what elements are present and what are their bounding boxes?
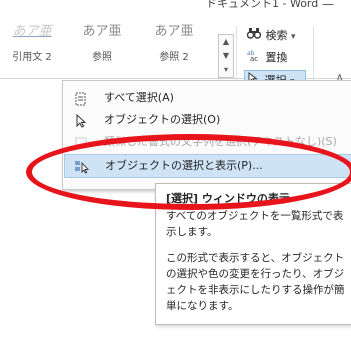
menu-item-selection-pane[interactable]: オブジェクトの選択と表示(P)... [64,154,351,178]
style-sample: あア亜 [154,24,194,39]
gallery-more-button[interactable]: ▾ [219,63,233,77]
menu-item-label: オブジェクトの選択(O) [104,113,221,126]
group-divider [313,26,314,82]
menu-item-select-all[interactable]: すべて選択(A) [64,87,351,109]
gallery-down-button[interactable]: ▼ [219,49,233,63]
style-sample: あア亜 [82,24,122,39]
tooltip-title: [選択] ウィンドウの表示 [166,192,290,205]
style-quote-2[interactable]: あア亜 引用文 2 [0,20,64,72]
style-name: 参照 2 [159,52,189,63]
menu-item-select-objects[interactable]: オブジェクトの選択(O) [64,109,351,131]
title-bar: ドキュメント1 - Word — [0,0,351,11]
find-button[interactable]: 検索 ▾ [246,26,296,44]
select-dropdown-menu: すべて選択(A) オブジェクトの選択(O) 類似した書式の文字列を選択(テキスト… [62,80,351,190]
menu-item-label: 類似した書式の文字列を選択(テキストなし)(S) [104,135,337,148]
style-sample: あア亜 [12,24,52,39]
styles-gallery-scroll: ▲ ▼ ▾ [218,34,234,78]
style-name: 参照 [92,52,112,63]
gallery-up-button[interactable]: ▲ [219,35,233,49]
minimize-button[interactable]: — [322,0,336,11]
menu-item-label: すべて選択(A) [104,91,174,104]
group-divider [236,26,237,82]
style-reference-2[interactable]: あア亜 参照 2 [142,20,206,72]
select-similar-icon [72,131,90,153]
replace-icon: ab ac [246,48,262,66]
find-label: 検索 [265,29,288,42]
binoculars-icon [246,26,262,44]
tooltip-text: この形式で表示すると、オブジェクトの選択や色の変更を行ったり、オブジェクトを非表… [166,252,345,312]
tooltip: [選択] ウィンドウの表示 すべてのオブジェクトを一覧形式で表示します。 この形… [155,183,351,325]
menu-item-label: オブジェクトの選択と表示(P)... [105,159,263,172]
selection-pane-icon [73,155,91,177]
style-reference[interactable]: あア亜 参照 [70,20,134,72]
menu-item-select-similar[interactable]: 類似した書式の文字列を選択(テキストなし)(S) [64,131,351,153]
replace-button[interactable]: ab ac 置換 [246,48,288,66]
svg-text:ac: ac [250,55,258,61]
chevron-down-icon: ▾ [291,32,296,42]
ribbon: あア亜 引用文 2 あア亜 参照 あア亜 参照 2 ▲ ▼ ▾ 検索 ▾ ab a… [0,10,351,92]
select-all-icon [72,87,90,109]
style-name: 引用文 2 [12,52,52,63]
tooltip-text: すべてのオブジェクトを一覧形式で表示します。 [166,210,344,238]
replace-label: 置換 [265,51,288,64]
cursor-arrow-icon [72,109,90,131]
